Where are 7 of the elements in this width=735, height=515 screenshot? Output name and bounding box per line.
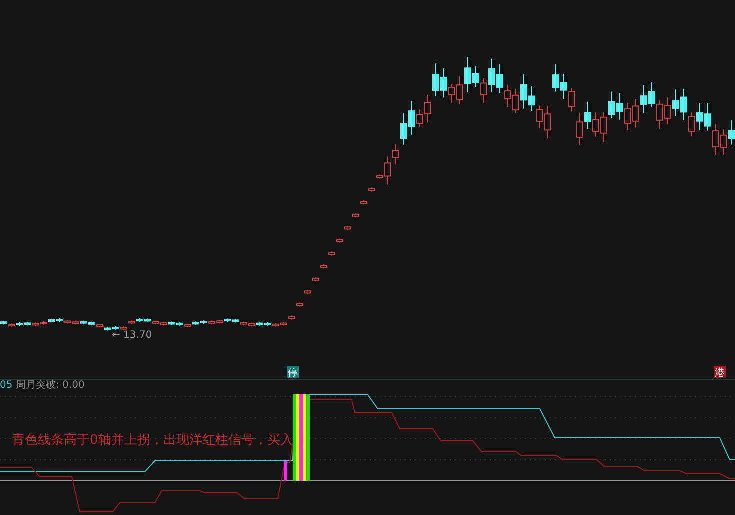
low-price-marker: ← 13.70 xyxy=(112,330,152,341)
status-badge: 停 xyxy=(287,366,299,379)
status-badge: 港 xyxy=(714,366,726,379)
annotation-text: 青色线条高于0轴并上拐，出现洋红柱信号，买入 xyxy=(12,433,294,448)
signal-bar xyxy=(284,461,287,481)
indicator-name: 周月突破: 0.00 xyxy=(16,380,85,391)
indicator-index-label: 05 xyxy=(0,380,13,391)
